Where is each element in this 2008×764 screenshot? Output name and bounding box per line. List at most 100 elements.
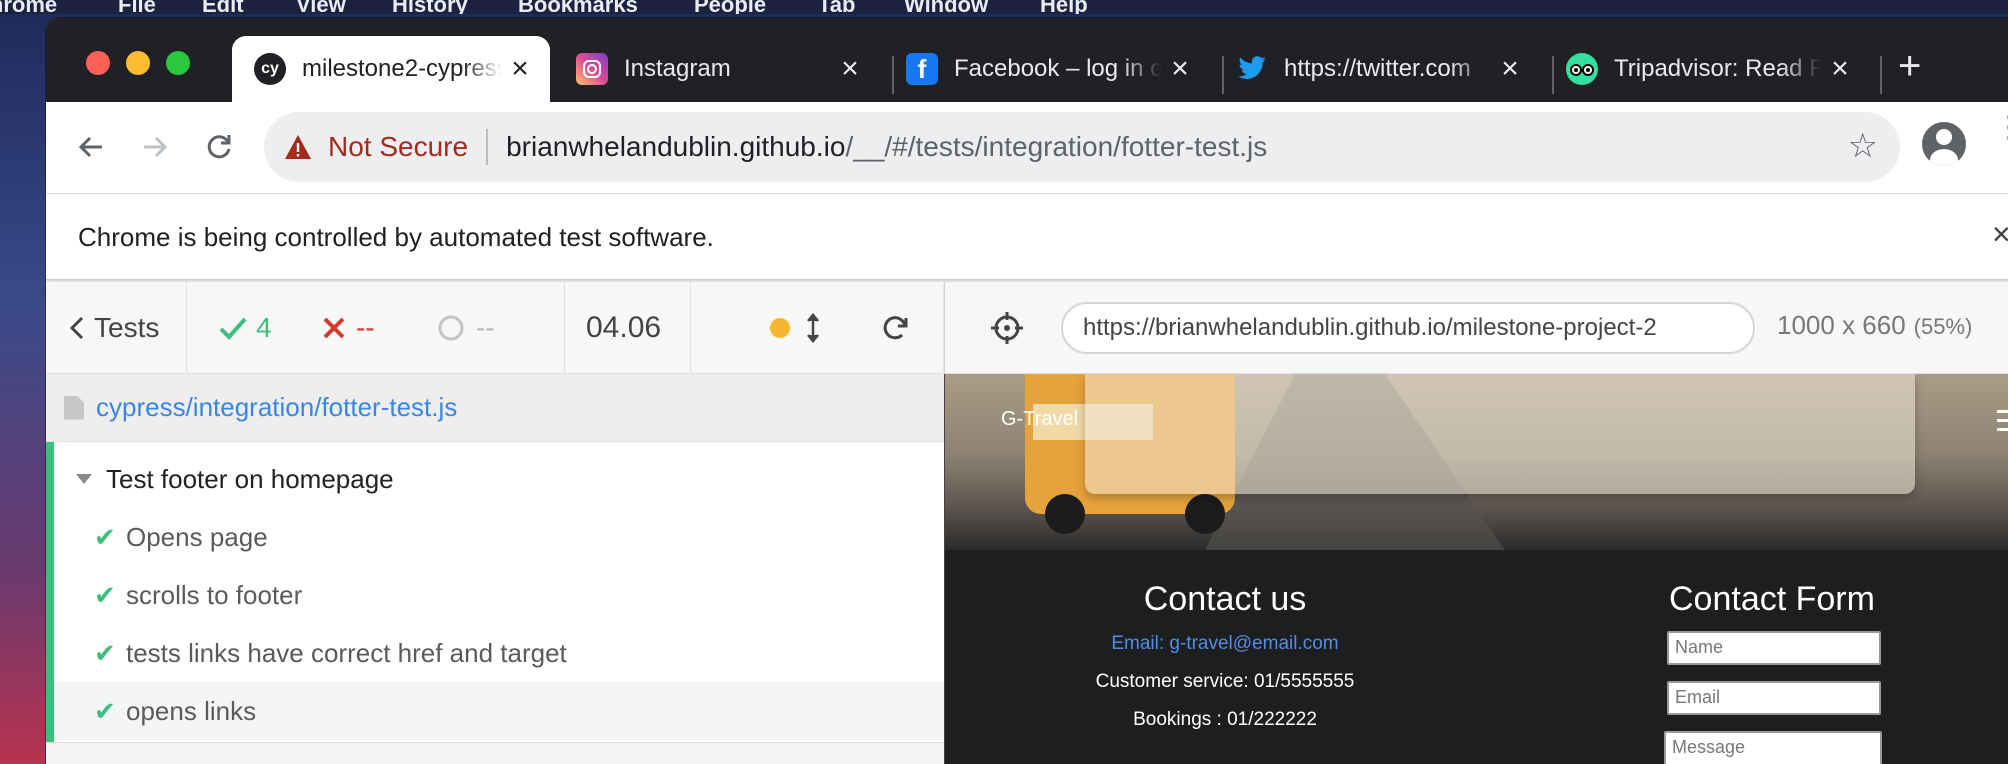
aut-url-field[interactable]: https://brianwhelandublin.github.io/mile… xyxy=(1061,302,1755,354)
close-tab-icon[interactable]: × xyxy=(1822,52,1858,86)
chevron-left-icon xyxy=(69,316,84,340)
omnibox-divider xyxy=(486,129,489,165)
close-window-button[interactable] xyxy=(86,51,110,75)
message-field[interactable]: Message xyxy=(1664,731,1882,764)
address-bar[interactable]: Not Secure brianwhelandublin.github.io/_… xyxy=(264,112,1900,182)
tab-cypress[interactable]: cy milestone2-cypress × xyxy=(232,36,550,102)
rerun-button[interactable] xyxy=(880,282,910,374)
instagram-icon xyxy=(576,53,608,85)
contact-form-heading: Contact Form xyxy=(1669,580,1875,618)
rerun-icon xyxy=(883,316,908,340)
test-row[interactable]: ✔ Opens page xyxy=(54,508,944,566)
tests-nav-label: Tests xyxy=(94,312,160,343)
forward-arrow-icon xyxy=(144,136,168,158)
automation-infobar: Chrome is being controlled by automated … xyxy=(46,194,2008,280)
failed-count: -- xyxy=(356,312,375,343)
menu-history[interactable]: History xyxy=(392,0,468,14)
url-path: /__/#/tests/integration/fotter-test.js xyxy=(845,131,1268,162)
close-tab-icon[interactable]: × xyxy=(1162,52,1198,86)
header-divider xyxy=(564,282,565,374)
header-divider xyxy=(186,282,187,374)
forward-button[interactable] xyxy=(130,122,180,172)
caret-down-icon xyxy=(76,474,92,484)
menu-window[interactable]: Window xyxy=(904,0,988,14)
minimize-window-button[interactable] xyxy=(126,51,150,75)
tripadvisor-icon xyxy=(1566,53,1598,85)
wheel-graphic xyxy=(1045,494,1085,534)
suite-header[interactable]: Test footer on homepage xyxy=(54,450,944,508)
tab-title: Facebook – log in or sign up xyxy=(954,55,1162,82)
cypress-icon: cy xyxy=(254,53,286,85)
profile-avatar-icon[interactable] xyxy=(1922,122,1966,166)
hero-image: G-Travel xyxy=(945,374,2008,550)
test-row[interactable]: ✔ opens links xyxy=(54,682,944,740)
url-text: brianwhelandublin.github.io/__/#/tests/i… xyxy=(506,131,1267,163)
spec-file-row: cypress/integration/fotter-test.js xyxy=(46,374,944,442)
auto-scroll-toggle[interactable] xyxy=(806,282,820,374)
test-list: Test footer on homepage ✔ Opens page ✔ s… xyxy=(46,442,944,742)
test-title: opens links xyxy=(126,695,257,726)
tab-title: milestone2-cypress xyxy=(302,55,502,82)
menu-file[interactable]: File xyxy=(118,0,156,14)
infobar-close-icon[interactable]: × xyxy=(1992,216,2008,253)
menu-view[interactable]: View xyxy=(296,0,346,14)
url-host: brianwhelandublin.github.io xyxy=(506,131,846,162)
facebook-icon: f xyxy=(906,53,938,85)
tab-twitter[interactable]: https://twitter.com × xyxy=(1214,36,1540,102)
menu-kebab-icon[interactable]: ⋮ xyxy=(1994,113,2008,143)
test-title: Opens page xyxy=(126,521,268,552)
site-footer: Contact us Email: g-travel@email.com Cus… xyxy=(945,550,2008,764)
check-icon: ✔ xyxy=(94,579,116,610)
email-field[interactable]: Email xyxy=(1667,681,1881,715)
selector-playground-icon[interactable] xyxy=(989,310,1025,346)
pending-stat: -- xyxy=(436,282,495,374)
menu-bookmarks[interactable]: Bookmarks xyxy=(518,0,638,14)
viewport-dimensions: 1000 x 660 xyxy=(1777,310,1906,340)
hero-card xyxy=(1085,374,1915,494)
back-button[interactable] xyxy=(66,122,116,172)
tests-nav-button[interactable]: Tests xyxy=(68,282,159,374)
suite-title: Test footer on homepage xyxy=(106,463,394,494)
test-row[interactable]: ✔ scrolls to footer xyxy=(54,566,944,624)
browser-window: cy milestone2-cypress × Instagram × f Fa… xyxy=(46,18,2008,764)
tab-tripadvisor[interactable]: Tripadvisor: Read Reviews × xyxy=(1544,36,1870,102)
menu-chrome[interactable]: Chrome xyxy=(0,0,57,14)
viewport-size: 1000 x 660 (55%) xyxy=(1777,310,1972,341)
check-icon xyxy=(219,317,247,340)
new-tab-button[interactable]: + xyxy=(1898,46,1921,86)
bookmark-star-icon[interactable]: ☆ xyxy=(1848,126,1878,166)
test-title: tests links have correct href and target xyxy=(126,637,567,668)
back-arrow-icon xyxy=(78,136,102,158)
close-tab-icon[interactable]: × xyxy=(832,52,868,86)
warning-icon xyxy=(285,135,311,159)
close-tab-icon[interactable]: × xyxy=(502,52,538,86)
infobar-message: Chrome is being controlled by automated … xyxy=(78,222,714,252)
not-secure-label[interactable]: Not Secure xyxy=(328,131,468,163)
zoom-window-button[interactable] xyxy=(166,51,190,75)
hamburger-menu-icon[interactable] xyxy=(1997,410,2008,437)
menu-tab[interactable]: Tab xyxy=(818,0,855,14)
name-field[interactable]: Name xyxy=(1667,631,1881,665)
tab-title: https://twitter.com xyxy=(1284,55,1471,82)
duration: 04.06 xyxy=(586,311,662,344)
contact-form: Contact Form Name Email Message xyxy=(1664,580,1917,764)
passed-stat: 4 xyxy=(218,282,272,374)
reload-button[interactable] xyxy=(194,122,244,172)
failed-stat: -- xyxy=(322,282,375,374)
menu-people[interactable]: People xyxy=(694,0,766,14)
tab-separator xyxy=(1880,56,1882,94)
spec-file-link[interactable]: cypress/integration/fotter-test.js xyxy=(96,392,457,423)
pending-count: -- xyxy=(476,312,495,343)
test-row[interactable]: ✔ tests links have correct href and targ… xyxy=(54,624,944,682)
tab-facebook[interactable]: f Facebook – log in or sign up × xyxy=(884,36,1210,102)
close-tab-icon[interactable]: × xyxy=(1492,52,1528,86)
site-brand[interactable]: G-Travel xyxy=(1001,408,1078,431)
tab-instagram[interactable]: Instagram × xyxy=(554,36,880,102)
header-divider xyxy=(690,282,691,374)
app-preview: G-Travel Contact us Email: g-travel@emai… xyxy=(944,374,2008,764)
menu-edit[interactable]: Edit xyxy=(202,0,244,14)
contact-email-link[interactable]: Email: g-travel@email.com xyxy=(1015,633,1435,655)
tab-title: Tripadvisor: Read Reviews xyxy=(1614,55,1822,82)
mac-menubar: Chrome File Edit View History Bookmarks … xyxy=(0,0,2008,14)
menu-help[interactable]: Help xyxy=(1040,0,1088,14)
